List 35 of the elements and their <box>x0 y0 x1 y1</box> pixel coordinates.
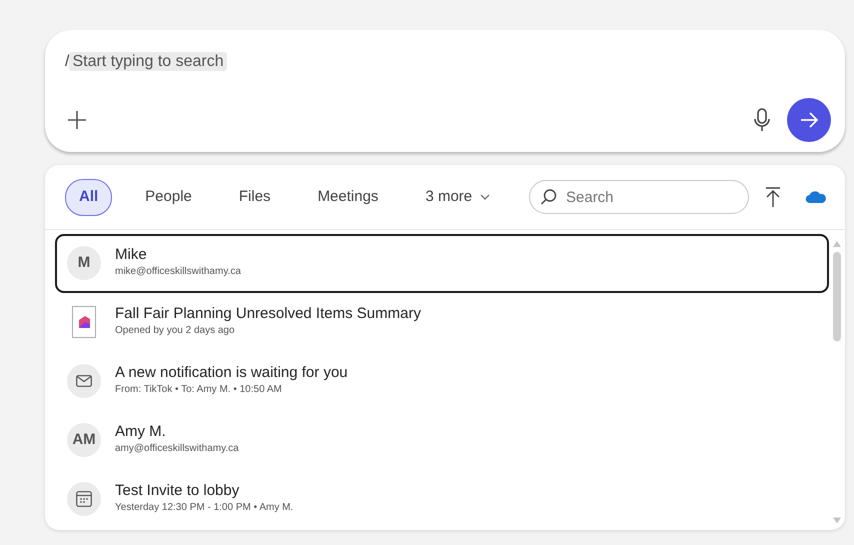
result-title: Fall Fair Planning Unresolved Items Summary <box>115 305 421 323</box>
result-item[interactable]: Fall Fair Planning Unresolved Items Summary Opened by you 2 days ago <box>55 292 829 352</box>
filter-tab[interactable]: People <box>131 179 206 216</box>
avatar: M <box>67 246 101 280</box>
filter-tab[interactable]: Meetings <box>304 179 392 216</box>
filter-tab[interactable]: All <box>65 179 112 216</box>
result-subtitle: From: TikTok • To: Amy M. • 10:50 AM <box>115 383 283 397</box>
result-item[interactable]: M Mike mike@officeskillswithamy.ca <box>55 234 829 292</box>
compose-box[interactable]: / Start typing to search <box>45 30 845 152</box>
result-item[interactable]: Test Invite to lobby Yesterday 12:30 PM - 1:00 PM • Amy M. <box>55 470 829 528</box>
search-icon <box>540 188 558 206</box>
result-subtitle: amy@officeskillswithamy.ca <box>115 442 239 456</box>
cloud-icon[interactable] <box>805 190 827 204</box>
result-title: Mike <box>115 246 148 264</box>
document-icon <box>72 306 96 338</box>
result-title: Amy M. <box>115 423 167 441</box>
send-button[interactable] <box>787 98 831 142</box>
result-item[interactable]: A new notification is waiting for you From: TikTok • To: Amy M. • 10:50 AM <box>55 352 829 410</box>
result-item[interactable]: AM Amy M. amy@officeskillswithamy.ca <box>55 410 829 470</box>
slash-prefix: / <box>65 53 70 70</box>
calendar-icon <box>67 482 101 516</box>
upload-icon[interactable] <box>765 186 781 208</box>
add-button[interactable] <box>65 108 89 132</box>
search-field[interactable]: Search <box>529 180 749 214</box>
result-title: A new notification is waiting for you <box>115 364 348 382</box>
prompt-hint: Start typing to search <box>69 52 227 71</box>
result-subtitle: Opened by you 2 days ago <box>115 324 236 338</box>
result-title: Test Invite to lobby <box>115 482 240 500</box>
avatar: AM <box>67 423 101 457</box>
microphone-button[interactable] <box>753 107 771 133</box>
mail-icon <box>67 364 101 398</box>
filter-tab[interactable]: 3 more <box>411 179 504 216</box>
result-subtitle: Yesterday 12:30 PM - 1:00 PM • Amy M. <box>115 501 294 515</box>
result-subtitle: mike@officeskillswithamy.ca <box>115 265 241 279</box>
filter-tab[interactable]: Files <box>224 179 285 216</box>
